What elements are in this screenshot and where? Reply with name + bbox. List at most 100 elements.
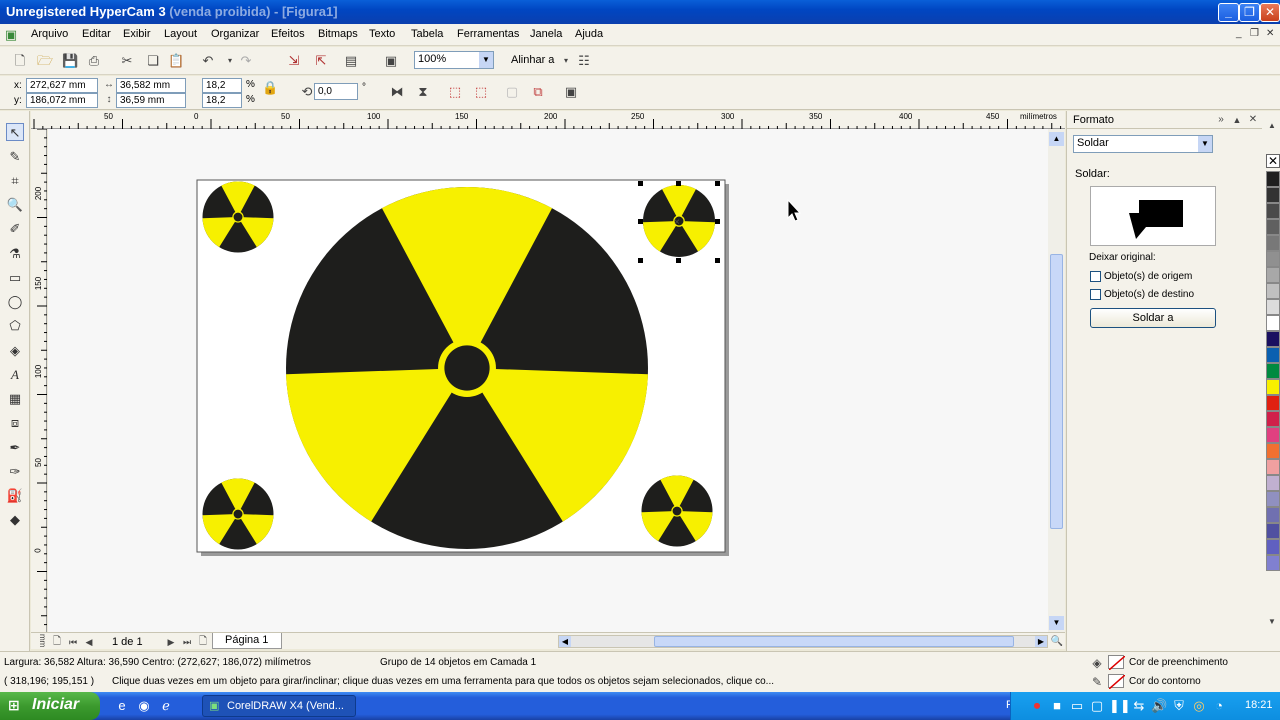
menu-arquivo[interactable]: Arquivo: [31, 28, 68, 40]
print-icon[interactable]: ⎙: [86, 53, 102, 69]
ungroup-icon[interactable]: ⬚: [473, 84, 489, 100]
scroll-down-icon[interactable]: ▼: [1049, 616, 1064, 630]
menu-layout[interactable]: Layout: [164, 28, 197, 40]
paste-icon[interactable]: 📋: [168, 53, 184, 69]
menu-organizar[interactable]: Organizar: [211, 28, 259, 40]
menu-exibir[interactable]: Exibir: [123, 28, 151, 40]
cut-icon[interactable]: ✂: [119, 53, 135, 69]
quicklaunch-icon[interactable]: ℯ: [158, 698, 174, 714]
menu-tabela[interactable]: Tabela: [411, 28, 443, 40]
palette-scroll-up-icon[interactable]: ▲: [1264, 118, 1280, 134]
screen-icon[interactable]: ▭: [1069, 698, 1085, 714]
app-launcher-icon[interactable]: ▤: [343, 53, 359, 69]
outline-swatch[interactable]: [1108, 674, 1126, 690]
color-swatch[interactable]: [1266, 267, 1280, 283]
scroll-left-icon[interactable]: ◀: [559, 636, 571, 647]
color-swatch[interactable]: [1266, 539, 1280, 555]
color-swatch[interactable]: [1266, 443, 1280, 459]
pick-tool-icon[interactable]: ↖: [6, 123, 24, 141]
width-input[interactable]: 36,582 mm: [116, 78, 186, 93]
lock-ratio-icon[interactable]: 🔒: [262, 80, 278, 96]
color-swatch[interactable]: [1266, 491, 1280, 507]
combine-icon[interactable]: ▢: [504, 84, 520, 100]
collapse-icon[interactable]: ▲: [1229, 112, 1245, 128]
color-swatch[interactable]: [1266, 555, 1280, 571]
next-page-icon[interactable]: ▶: [163, 634, 179, 650]
redo-icon[interactable]: ↷: [238, 53, 254, 69]
menu-efeitos[interactable]: Efeitos: [271, 28, 305, 40]
add-page-after-icon[interactable]: 🗋: [195, 634, 211, 650]
doc-restore-icon[interactable]: ❐: [1250, 28, 1259, 39]
vertical-scrollbar[interactable]: ▲ ▼: [1048, 129, 1065, 632]
menu-ajuda[interactable]: Ajuda: [575, 28, 603, 40]
outline-tool-icon[interactable]: ✑: [6, 463, 24, 481]
zoom-select[interactable]: 100% ▼: [414, 51, 494, 69]
add-page-icon[interactable]: 🗋: [49, 634, 65, 650]
scale-y-input[interactable]: 18,2: [202, 93, 242, 108]
save-icon[interactable]: 💾: [62, 53, 78, 69]
navigator-icon[interactable]: 🔍: [1049, 634, 1065, 650]
y-position-input[interactable]: 186,072 mm: [26, 93, 98, 108]
hscroll-thumb[interactable]: [654, 636, 1014, 647]
color-swatch[interactable]: [1266, 427, 1280, 443]
color-swatch[interactable]: [1266, 347, 1280, 363]
menu-editar[interactable]: Editar: [82, 28, 111, 40]
last-page-icon[interactable]: ⏭: [179, 634, 195, 650]
menu-bitmaps[interactable]: Bitmaps: [318, 28, 358, 40]
color-swatch[interactable]: [1266, 507, 1280, 523]
no-color-swatch[interactable]: ✕: [1266, 154, 1280, 168]
scale-x-input[interactable]: 18,2: [202, 78, 242, 93]
color-swatch[interactable]: [1266, 283, 1280, 299]
open-icon[interactable]: 🗁: [37, 53, 53, 69]
doc-close-icon[interactable]: ✕: [1266, 28, 1274, 39]
export-icon[interactable]: ⇱: [313, 53, 329, 69]
color-swatch[interactable]: [1266, 251, 1280, 267]
ellipse-tool-icon[interactable]: ◯: [6, 293, 24, 311]
freehand-tool-icon[interactable]: ✐: [6, 220, 24, 238]
basic-shapes-tool-icon[interactable]: ◈: [6, 342, 24, 360]
network-icon[interactable]: ⇆: [1131, 698, 1147, 714]
color-swatch[interactable]: [1266, 171, 1280, 187]
color-swatch[interactable]: [1266, 315, 1280, 331]
options-icon[interactable]: ☷: [576, 53, 592, 69]
x-position-input[interactable]: 272,627 mm: [26, 78, 98, 93]
welcome-icon[interactable]: ▣: [383, 53, 399, 69]
color-swatch[interactable]: [1266, 203, 1280, 219]
docker-close-icon[interactable]: ✕: [1245, 112, 1261, 128]
text-tool-icon[interactable]: A: [6, 366, 24, 384]
target-checkbox-label[interactable]: Objeto(s) de destino: [1104, 289, 1194, 300]
tray-icon[interactable]: ◔: [1211, 698, 1227, 714]
target-checkbox[interactable]: [1090, 289, 1101, 300]
color-swatch[interactable]: [1266, 331, 1280, 347]
drawing-canvas[interactable]: ×: [48, 129, 1048, 632]
pause-icon[interactable]: ❚❚: [1109, 698, 1131, 714]
rotation-input[interactable]: 0,0: [314, 83, 358, 100]
menu-janela[interactable]: Janela: [530, 28, 562, 40]
new-icon[interactable]: 🗋: [12, 53, 28, 69]
shape-tool-icon[interactable]: ✎: [6, 148, 24, 166]
color-swatch[interactable]: [1266, 411, 1280, 427]
crop-tool-icon[interactable]: ⌗: [6, 172, 24, 190]
wrap-icon[interactable]: ▣: [563, 84, 579, 100]
quicklaunch-icon[interactable]: ◉: [136, 698, 152, 714]
color-swatch[interactable]: [1266, 459, 1280, 475]
fill-swatch[interactable]: [1108, 655, 1126, 671]
align-dropdown-icon[interactable]: ▾: [558, 53, 574, 69]
zoom-tool-icon[interactable]: 🔍: [6, 196, 24, 214]
weld-to-button[interactable]: Soldar a: [1090, 308, 1216, 328]
source-checkbox-label[interactable]: Objeto(s) de origem: [1104, 271, 1192, 282]
docker-function-select[interactable]: Soldar ▼: [1073, 135, 1213, 153]
scroll-right-icon[interactable]: ▶: [1035, 636, 1047, 647]
table-tool-icon[interactable]: ▦: [6, 390, 24, 408]
start-button[interactable]: ⊞ Iniciar: [0, 692, 100, 720]
copy-icon[interactable]: ❏: [145, 53, 161, 69]
align-label[interactable]: Alinhar a: [511, 54, 554, 66]
undo-dropdown-icon[interactable]: ▾: [222, 53, 238, 69]
color-swatch[interactable]: [1266, 363, 1280, 379]
window-icon[interactable]: ▢: [1089, 698, 1105, 714]
color-swatch[interactable]: [1266, 235, 1280, 251]
color-swatch[interactable]: [1266, 523, 1280, 539]
mirror-h-icon[interactable]: ⧓: [389, 84, 405, 100]
first-page-icon[interactable]: ⏮: [65, 634, 81, 650]
source-checkbox[interactable]: [1090, 271, 1101, 282]
